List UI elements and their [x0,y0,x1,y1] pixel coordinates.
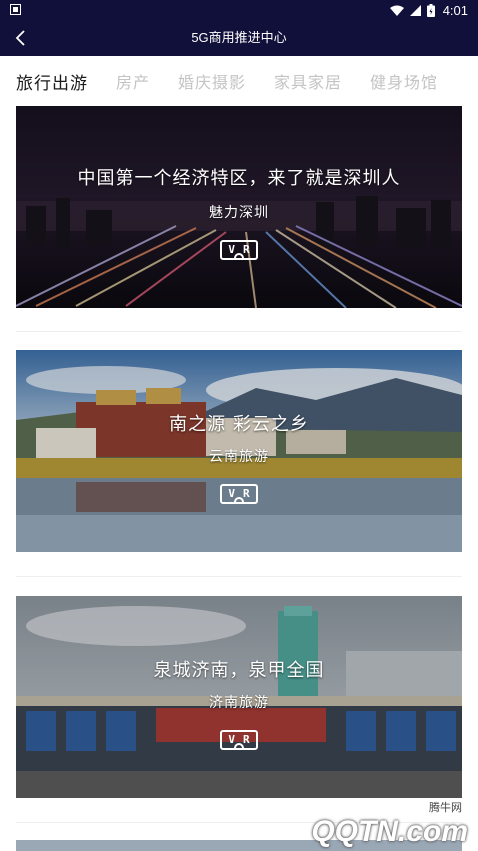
status-bar: 4:01 [0,0,478,20]
divider [16,576,462,577]
wifi-icon [389,5,404,16]
card-subtitle: 济南旅游 [209,695,269,711]
card-subtitle: 云南旅游 [209,449,269,465]
battery-icon [426,3,435,17]
vr-button[interactable]: VR [220,730,258,750]
status-time: 4:01 [442,2,468,18]
page-title: 5G商用推进中心 [191,30,287,45]
vr-headset-notch [234,497,244,504]
vr-button[interactable]: VR [220,240,258,260]
tab-wedding-photography[interactable]: 婚庆摄影 [178,69,246,93]
card-title: 泉城济南，泉甲全国 [153,660,325,681]
back-button[interactable] [6,24,34,52]
vr-card-jinan[interactable]: 泉城济南，泉甲全国 济南旅游 VR [16,596,462,798]
vr-card-yunnan[interactable]: 南之源 彩云之乡 云南旅游 VR [16,350,462,552]
signal-icon [409,4,421,16]
vr-headset-notch [234,743,244,750]
vr-icon: VR [228,732,258,746]
vr-icon: VR [228,242,258,256]
tab-real-estate[interactable]: 房产 [116,69,150,93]
tab-fitness[interactable]: 健身场馆 [370,69,438,93]
vr-card-shenzhen[interactable]: 中国第一个经济特区，来了就是深圳人 魅力深圳 VR [16,106,462,308]
card-title: 中国第一个经济特区，来了就是深圳人 [77,168,401,189]
vr-headset-notch [234,253,244,260]
tab-travel[interactable]: 旅行出游 [16,69,88,94]
chevron-left-icon [15,30,25,46]
app-header: 5G商用推进中心 [0,20,478,56]
android-notification-icon [10,4,21,15]
watermark-logo: QQTN.com [311,815,468,848]
card-title: 南之源 彩云之乡 [169,414,309,435]
tab-furniture[interactable]: 家具家居 [274,69,342,93]
divider [16,331,462,332]
vr-button[interactable]: VR [220,484,258,504]
vr-icon: VR [228,486,258,500]
watermark-small-text: 腾牛网 [429,801,462,814]
card-subtitle: 魅力深圳 [209,205,269,221]
category-tabs: 旅行出游 房产 婚庆摄影 家具家居 健身场馆 [0,56,478,106]
